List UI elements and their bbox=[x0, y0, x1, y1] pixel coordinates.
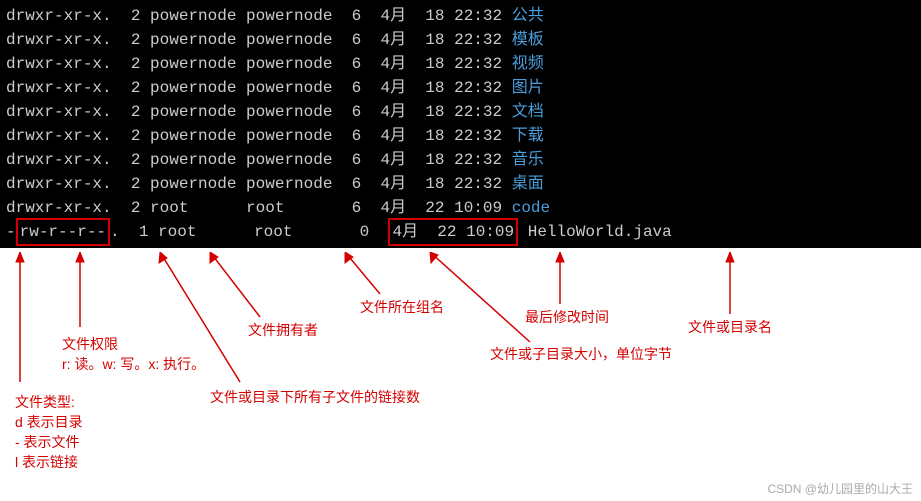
annotation-size: 文件或子目录大小，单位字节 bbox=[490, 344, 672, 364]
file-name: code bbox=[512, 199, 550, 217]
ls-row: drwxr-xr-x. 2 powernode powernode 6 4月 1… bbox=[6, 4, 915, 28]
file-name: 图片 bbox=[512, 79, 544, 97]
file-name: 下载 bbox=[512, 127, 544, 145]
annotation-name: 文件或目录名 bbox=[688, 317, 772, 337]
annotation-file-type: 文件类型: d 表示目录 - 表示文件 l 表示链接 bbox=[15, 392, 83, 472]
ls-row: drwxr-xr-x. 2 powernode powernode 6 4月 1… bbox=[6, 28, 915, 52]
annotation-layer: 文件类型: d 表示目录 - 表示文件 l 表示链接 文件权限 r: 读。w: … bbox=[0, 252, 921, 501]
file-name: 文档 bbox=[512, 103, 544, 121]
file-name: 视频 bbox=[512, 55, 544, 73]
file-name: 音乐 bbox=[512, 151, 544, 169]
ls-row: drwxr-xr-x. 2 powernode powernode 6 4月 1… bbox=[6, 52, 915, 76]
annotation-owner: 文件拥有者 bbox=[248, 320, 318, 340]
ls-row: drwxr-xr-x. 2 powernode powernode 6 4月 1… bbox=[6, 100, 915, 124]
ls-row: drwxr-xr-x. 2 powernode powernode 6 4月 1… bbox=[6, 76, 915, 100]
file-name: HelloWorld.java bbox=[528, 223, 672, 241]
perm-box: rw-r--r-- bbox=[16, 218, 110, 246]
watermark: CSDN @幼儿园里的山大王 bbox=[767, 480, 913, 497]
ls-row: drwxr-xr-x. 2 root root 6 4月 22 10:09 co… bbox=[6, 196, 915, 220]
file-name: 公共 bbox=[512, 7, 544, 25]
date-box: 4月 22 10:09 bbox=[388, 218, 518, 246]
ls-row-highlighted: -rw-r--r--. 1 root root 0 4月 22 10:09 He… bbox=[6, 220, 915, 244]
annotation-link-count: 文件或目录下所有子文件的链接数 bbox=[210, 387, 420, 407]
annotation-mtime: 最后修改时间 bbox=[525, 307, 609, 327]
file-type-char: - bbox=[6, 223, 16, 241]
file-name: 桌面 bbox=[512, 175, 544, 193]
terminal-output: drwxr-xr-x. 2 powernode powernode 6 4月 1… bbox=[0, 0, 921, 248]
ls-row: drwxr-xr-x. 2 powernode powernode 6 4月 1… bbox=[6, 124, 915, 148]
file-name: 模板 bbox=[512, 31, 544, 49]
ls-row: drwxr-xr-x. 2 powernode powernode 6 4月 1… bbox=[6, 172, 915, 196]
ls-row: drwxr-xr-x. 2 powernode powernode 6 4月 1… bbox=[6, 148, 915, 172]
